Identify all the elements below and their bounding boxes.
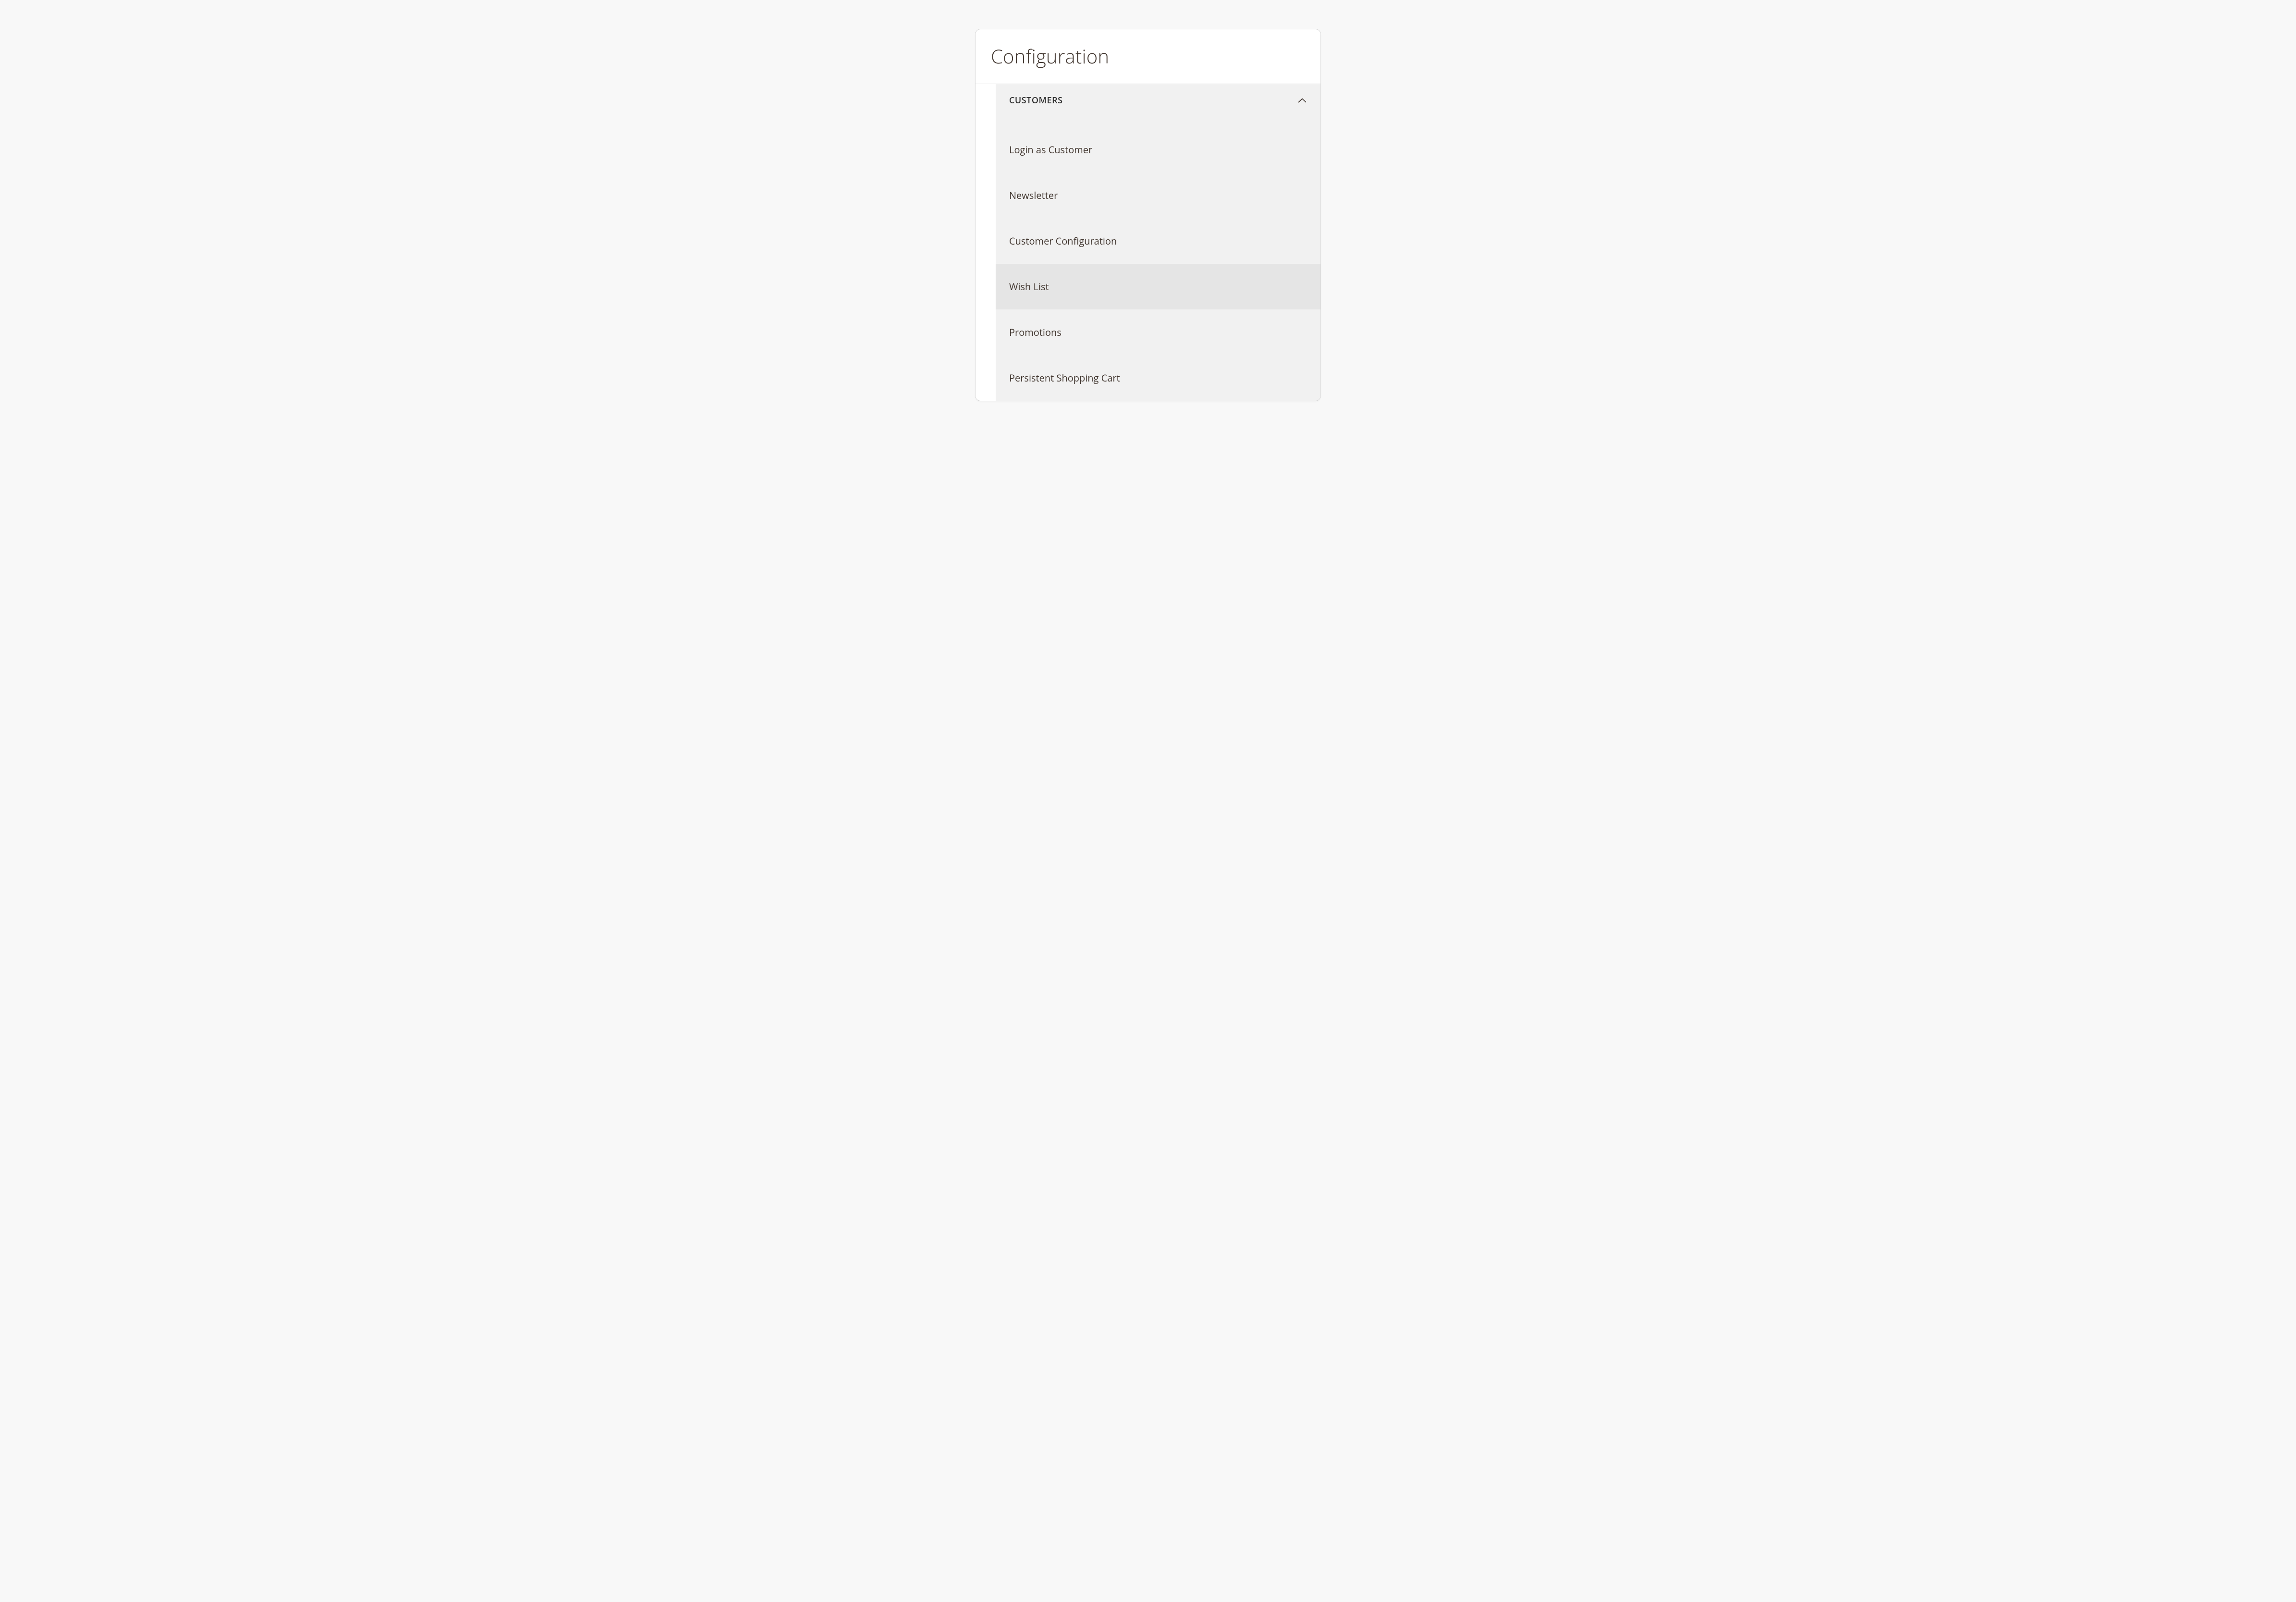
menu-item-label: Newsletter — [1009, 189, 1058, 202]
menu-item-login-as-customer[interactable]: Login as Customer — [996, 127, 1321, 173]
section-header-label: Customers — [1009, 95, 1063, 106]
config-section: Customers Login as Customer Newsletter C… — [975, 84, 1321, 401]
section-header-customers[interactable]: Customers — [996, 84, 1321, 117]
menu-item-wish-list[interactable]: Wish List — [996, 264, 1321, 309]
menu-item-label: Customer Configuration — [1009, 234, 1117, 247]
page-title: Configuration — [975, 29, 1321, 84]
menu-item-customer-configuration[interactable]: Customer Configuration — [996, 218, 1321, 264]
menu-item-label: Persistent Shopping Cart — [1009, 371, 1120, 384]
menu-list: Login as Customer Newsletter Customer Co… — [996, 117, 1321, 401]
left-spacer — [975, 84, 996, 401]
section-body: Customers Login as Customer Newsletter C… — [996, 84, 1321, 401]
menu-item-newsletter[interactable]: Newsletter — [996, 173, 1321, 218]
menu-item-persistent-shopping-cart[interactable]: Persistent Shopping Cart — [996, 355, 1321, 401]
menu-item-label: Login as Customer — [1009, 143, 1092, 156]
chevron-up-icon — [1297, 96, 1307, 105]
configuration-panel: Configuration Customers Login as Custome… — [975, 29, 1321, 401]
menu-item-label: Wish List — [1009, 280, 1049, 293]
menu-item-promotions[interactable]: Promotions — [996, 309, 1321, 355]
menu-item-label: Promotions — [1009, 326, 1062, 339]
